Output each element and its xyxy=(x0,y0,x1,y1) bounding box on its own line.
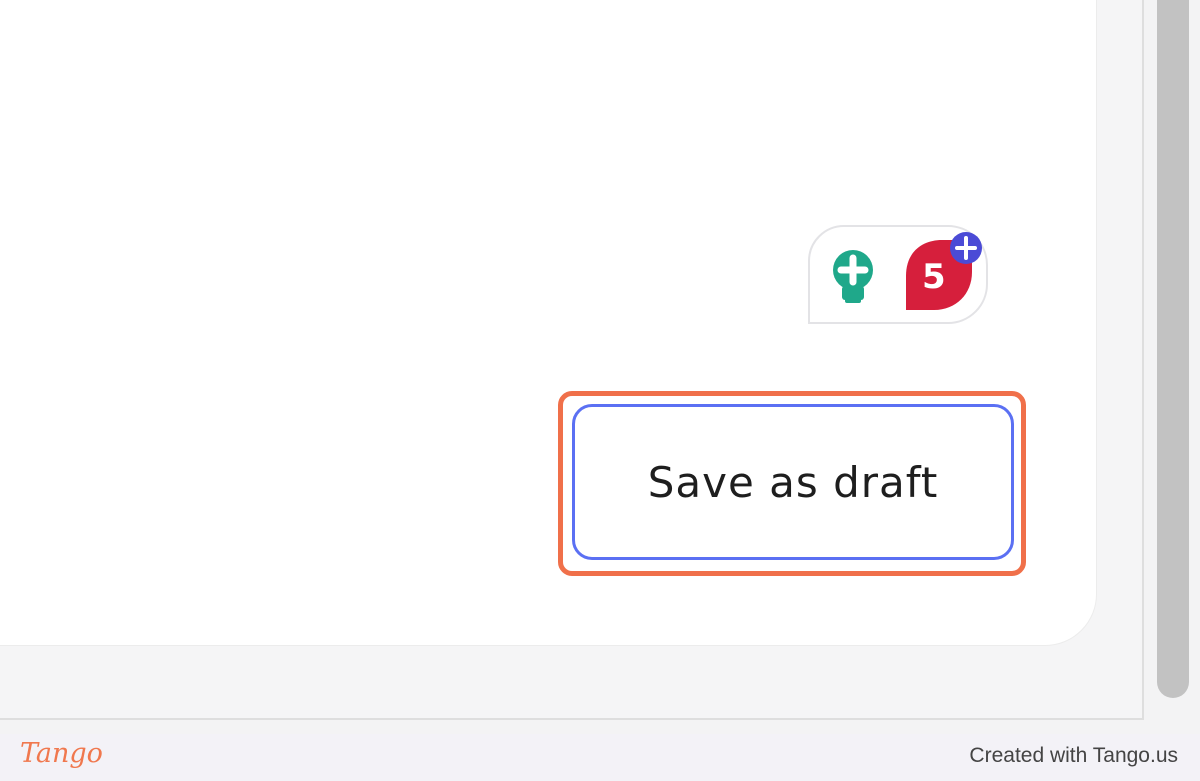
save-as-draft-button[interactable]: Save as draft xyxy=(572,404,1014,560)
page-viewport xyxy=(0,0,1144,720)
tango-logo: Tango xyxy=(20,738,103,769)
grammar-score-badge[interactable]: 5 xyxy=(900,232,988,316)
lightbulb-icon[interactable] xyxy=(823,246,883,310)
badge-count: 5 xyxy=(922,257,946,297)
scrollbar-thumb[interactable] xyxy=(1157,0,1189,698)
created-with-text[interactable]: Created with Tango.us xyxy=(969,744,1178,768)
